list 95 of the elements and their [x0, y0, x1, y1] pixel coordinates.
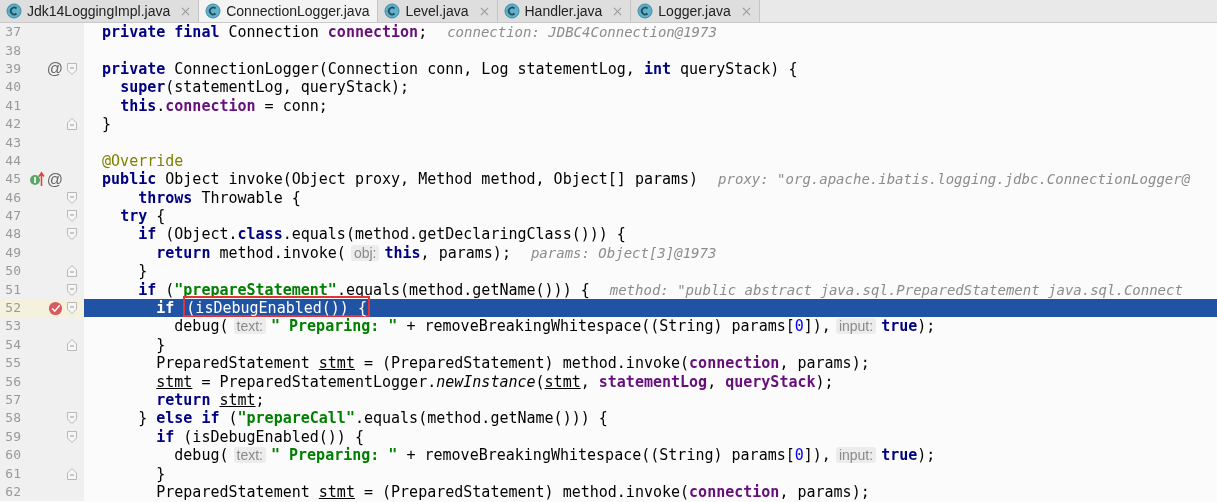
line-number: 40	[4, 79, 21, 96]
line-number: 62	[4, 483, 21, 500]
line-number: 58	[4, 410, 21, 427]
line-number: 42	[4, 116, 21, 133]
override-marker[interactable]: @	[46, 170, 63, 188]
line-number: 61	[4, 465, 21, 482]
code-text: }	[102, 115, 112, 134]
parameter-hint: input:	[835, 318, 877, 335]
line-number: 54	[4, 336, 21, 353]
file-tab[interactable]: ConnectionLogger.java	[199, 0, 379, 22]
code-text: return method.invoke(	[156, 243, 346, 262]
close-icon[interactable]	[613, 6, 623, 16]
close-icon[interactable]	[479, 6, 489, 16]
code-text: if	[156, 299, 175, 318]
code-text: this, params);	[384, 243, 511, 262]
line-number: 43	[4, 134, 21, 151]
code-text: if (isDebugEnabled()) {	[156, 427, 364, 446]
line-number: 59	[4, 428, 21, 445]
line-number: 39	[4, 60, 21, 77]
code-text: private final Connection connection;	[102, 23, 428, 42]
close-icon[interactable]	[741, 6, 751, 16]
code-text: debug(	[174, 446, 229, 465]
line-number: 56	[4, 373, 21, 390]
file-tab[interactable]: Handler.java	[497, 0, 632, 22]
code-text: }	[138, 262, 148, 281]
fold-icon[interactable]	[67, 338, 77, 351]
fold-icon[interactable]	[67, 62, 77, 75]
fold-icon[interactable]	[67, 430, 77, 443]
code-text: debug(	[174, 317, 229, 336]
line-number: 53	[4, 318, 21, 335]
code-text: true);	[881, 446, 936, 465]
line-number: 41	[4, 97, 21, 114]
debug-value: connection: JDBC4Connection@1973	[447, 24, 717, 41]
line-number: 37	[4, 24, 21, 41]
class-icon	[205, 3, 222, 19]
code-text: PreparedStatement stmt = (PreparedStatement) method.invoke(connection, params);	[156, 354, 870, 373]
line-number: 50	[4, 263, 21, 280]
code-text: } else if ("prepareCall".equals(method.getName())) {	[138, 409, 608, 428]
code-text: " Preparing: " + removeBreakingWhitespace((String) params[0]),	[270, 317, 831, 336]
code-text: }	[156, 335, 166, 354]
code-text: @Override	[102, 151, 184, 170]
class-icon	[637, 3, 654, 19]
line-number: 49	[4, 244, 21, 261]
code-text: " Preparing: " + removeBreakingWhitespace((String) params[0]),	[270, 446, 831, 465]
parameter-hint: input:	[835, 447, 877, 464]
code-text: true);	[881, 317, 936, 336]
code-text: PreparedStatement stmt = (PreparedStatement) method.invoke(connection, params);	[156, 482, 870, 501]
code-text: if (Object.class.equals(method.getDeclaringClass())) {	[138, 225, 626, 244]
fold-icon[interactable]	[67, 210, 77, 223]
line-number: 52	[4, 300, 21, 317]
fold-icon[interactable]	[67, 467, 77, 480]
fold-icon[interactable]	[67, 412, 77, 425]
code-text: }	[156, 464, 166, 483]
code-text: try {	[120, 207, 166, 226]
code-text: return stmt;	[156, 391, 265, 409]
class-icon	[6, 3, 22, 19]
fold-icon[interactable]	[67, 265, 77, 278]
line-number: 44	[4, 152, 21, 169]
line-number: 51	[4, 281, 21, 298]
file-tab[interactable]: Level.java	[378, 0, 498, 22]
parameter-hint: text:	[233, 318, 266, 335]
debug-value: method: "public abstract java.sql.PreparedStatement java.sql.Connect	[609, 281, 1183, 298]
fold-icon[interactable]	[67, 191, 77, 204]
debug-value: params: Object[3]@1973	[530, 244, 717, 261]
fold-icon[interactable]	[67, 118, 77, 131]
line-number: 47	[4, 208, 21, 225]
debug-value: proxy: "org.apache.ibatis.logging.jdbc.ConnectionLogger@	[718, 171, 1191, 188]
override-marker[interactable]: @	[46, 60, 63, 78]
file-tab[interactable]: Logger.java	[631, 0, 760, 22]
code-text: public Object invoke(Object proxy, Method method, Object[] params)	[102, 170, 699, 189]
code-text: stmt = PreparedStatementLogger.newInstance(stmt, statementLog, queryStack);	[156, 372, 834, 391]
fold-icon[interactable]	[67, 228, 77, 241]
parameter-hint: obj:	[350, 244, 380, 261]
line-number: 46	[4, 189, 21, 206]
line-number: 60	[4, 447, 21, 464]
line-number: 45	[4, 171, 21, 188]
line-number: 48	[4, 226, 21, 243]
file-tab[interactable]: Jdk14LoggingImpl.java	[0, 0, 200, 22]
highlighted-code: (isDebugEnabled()) {	[183, 296, 370, 318]
fold-icon[interactable]	[67, 302, 77, 315]
implements-icon[interactable]	[28, 171, 45, 188]
line-number: 55	[4, 355, 21, 372]
code-text: this.connection = conn;	[120, 96, 328, 115]
line-number: 57	[4, 392, 21, 408]
close-icon[interactable]	[181, 6, 191, 16]
breakpoint-icon[interactable]	[48, 300, 63, 316]
parameter-hint: text:	[233, 447, 266, 464]
class-icon	[384, 3, 401, 19]
code-text: private ConnectionLogger(Connection conn, Log statementLog, int queryStack) {	[102, 59, 798, 78]
code-text: super(statementLog, queryStack);	[120, 78, 410, 97]
code-text: throws Throwable {	[138, 188, 301, 207]
line-number: 38	[4, 42, 21, 59]
class-icon	[503, 3, 520, 19]
fold-icon[interactable]	[67, 283, 77, 296]
code-text: if ("prepareStatement".equals(method.getName())) {	[138, 280, 590, 299]
